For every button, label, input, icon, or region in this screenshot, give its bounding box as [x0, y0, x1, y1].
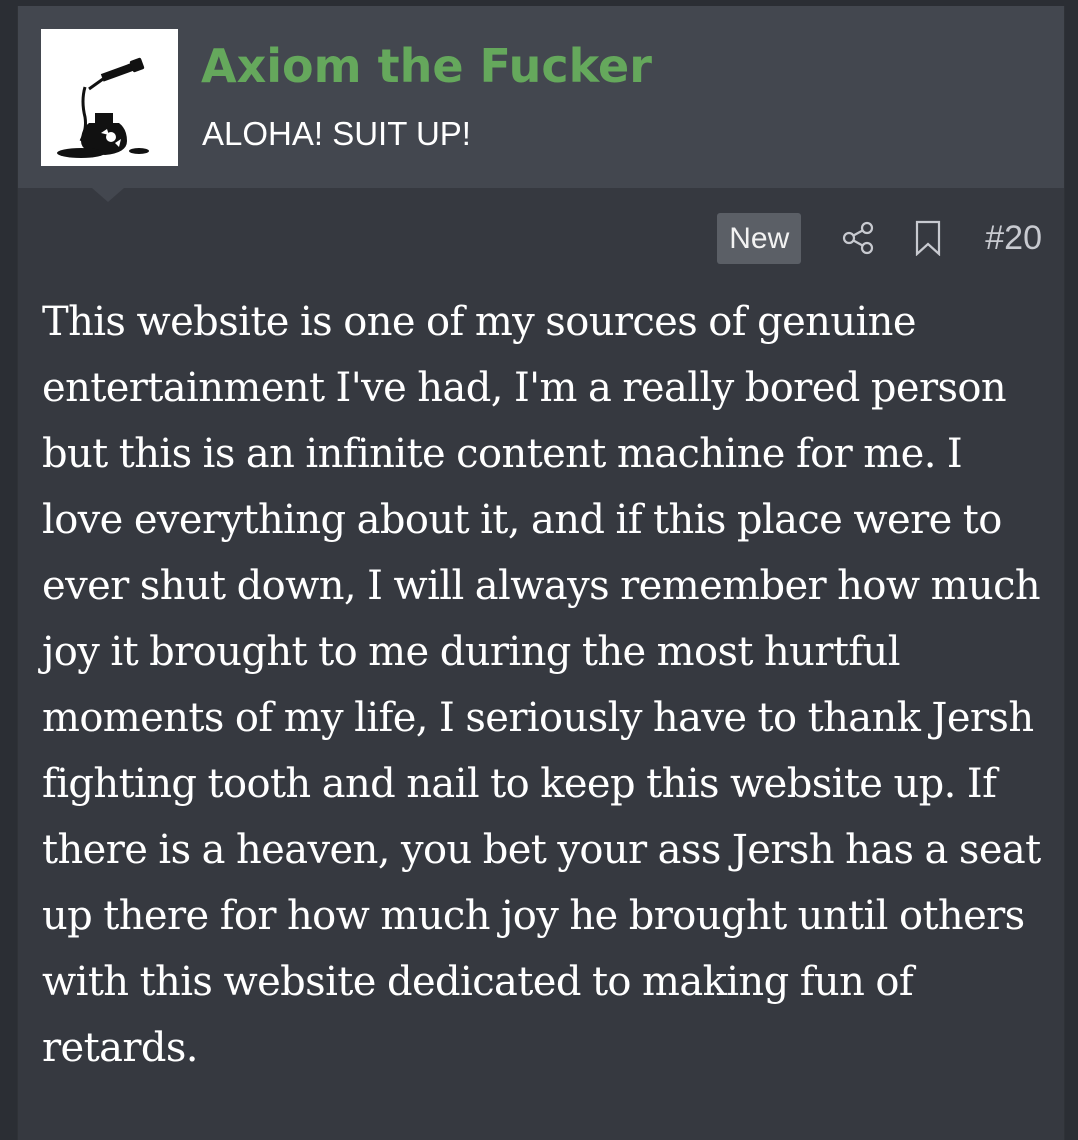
bookmark-button[interactable]: [909, 216, 947, 260]
forum-post: Axiom the Fucker ALOHA! SUIT UP! New #20…: [17, 6, 1065, 1140]
header-pointer-arrow: [92, 188, 124, 202]
post-body: This website is one of my sources of gen…: [42, 299, 1041, 1071]
post-number-link[interactable]: #20: [985, 216, 1042, 260]
bookmark-icon: [916, 220, 941, 256]
user-header: Axiom the Fucker ALOHA! SUIT UP!: [18, 6, 1064, 188]
ink-bottle-dropper-icon: [57, 57, 149, 158]
user-avatar[interactable]: [41, 29, 178, 166]
username[interactable]: Axiom the Fucker: [201, 36, 652, 96]
new-badge: New: [717, 212, 802, 264]
user-title: ALOHA! SUIT UP!: [202, 115, 471, 152]
share-button[interactable]: [839, 216, 877, 260]
share-icon: [843, 221, 874, 255]
post-attribution: New #20: [717, 211, 1042, 265]
